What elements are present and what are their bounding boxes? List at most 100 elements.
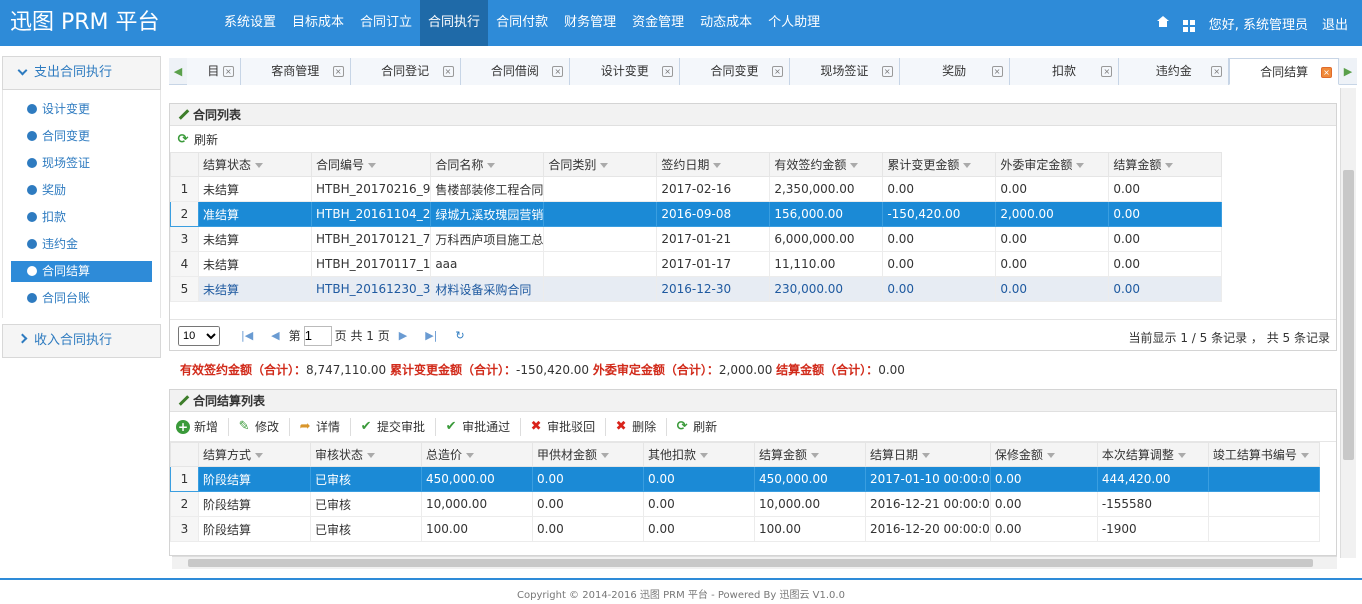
table-row-selected[interactable]: 2 准结算 HTBH_20161104_2 绿城九溪玫瑰园营销 2016-09-08 15… bbox=[170, 201, 1223, 227]
table-row-hover[interactable]: 5 未结算 HTBH_20161230_3 材料设备采购合同 2016-12-30 230… bbox=[170, 276, 1223, 302]
nav-item-finance[interactable]: 财务管理 bbox=[556, 0, 624, 46]
col-header[interactable]: 审核状态 bbox=[310, 442, 422, 467]
pencil-icon bbox=[178, 109, 190, 120]
col-header[interactable]: 结算方式 bbox=[198, 442, 311, 467]
sidebar-item-deduction[interactable]: 扣款 bbox=[11, 204, 152, 231]
col-header[interactable]: 签约日期 bbox=[656, 152, 771, 177]
col-header[interactable]: 甲供材金额 bbox=[532, 442, 644, 467]
sidebar-item-ledger[interactable]: 合同台账 bbox=[11, 285, 152, 312]
add-button[interactable]: + 新增 bbox=[176, 418, 218, 435]
scrollbar-thumb[interactable] bbox=[1343, 170, 1354, 460]
home-icon[interactable] bbox=[1156, 15, 1169, 31]
grid-icon[interactable] bbox=[1182, 14, 1195, 32]
close-icon[interactable]: × bbox=[222, 66, 234, 77]
close-icon[interactable]: × bbox=[1211, 66, 1223, 77]
close-icon[interactable]: × bbox=[332, 66, 344, 77]
sort-icon bbox=[255, 163, 264, 168]
nav-item-system[interactable]: 系统设置 bbox=[216, 0, 284, 46]
close-icon[interactable]: × bbox=[881, 66, 893, 77]
vertical-scrollbar[interactable] bbox=[1340, 88, 1356, 558]
table-row-selected[interactable]: 1 阶段结算 已审核 450,000.00 0.00 0.00 450,000.00 2017… bbox=[170, 466, 1320, 492]
col-header[interactable]: 有效签约金额 bbox=[769, 152, 884, 177]
close-icon[interactable]: × bbox=[1101, 66, 1113, 77]
col-header[interactable]: 结算日期 bbox=[865, 442, 991, 467]
nav-item-dynamic-cost[interactable]: 动态成本 bbox=[692, 0, 760, 46]
col-header[interactable]: 合同类别 bbox=[543, 152, 658, 177]
sidebar-group-income[interactable]: 收入合同执行 bbox=[2, 324, 161, 358]
chevron-right-icon bbox=[17, 333, 28, 344]
edit-button[interactable]: ✎ 修改 bbox=[237, 418, 279, 435]
table-row[interactable]: 3 阶段结算 已审核 100.00 0.00 0.00 100.00 2016-12-20 0… bbox=[170, 516, 1320, 542]
col-header[interactable]: 外委审定金额 bbox=[995, 152, 1110, 177]
sidebar-group-expense[interactable]: 支出合同执行 bbox=[2, 56, 161, 90]
nav-item-funds[interactable]: 资金管理 bbox=[624, 0, 692, 46]
tab-site-visa[interactable]: 现场签证 × bbox=[789, 58, 900, 85]
reject-button[interactable]: ✖ 审批驳回 bbox=[529, 418, 595, 435]
approve-button[interactable]: ✔ 审批通过 bbox=[444, 418, 510, 435]
tab-contract-change[interactable]: 合同变更 × bbox=[680, 58, 790, 85]
tab-design-change[interactable]: 设计变更 × bbox=[570, 58, 681, 85]
sort-icon bbox=[1300, 453, 1309, 458]
nav-item-contract-pay[interactable]: 合同付款 bbox=[488, 0, 556, 46]
close-icon[interactable]: × bbox=[1321, 67, 1332, 78]
close-icon[interactable]: × bbox=[991, 66, 1003, 77]
col-header[interactable]: 其他扣款 bbox=[643, 442, 755, 467]
close-icon[interactable]: × bbox=[771, 66, 783, 77]
close-icon[interactable]: × bbox=[442, 66, 454, 77]
sidebar-item-contract-change[interactable]: 合同变更 bbox=[11, 123, 152, 150]
button-label: 修改 bbox=[255, 420, 280, 434]
next-page-icon[interactable]: ▶ bbox=[399, 329, 407, 342]
table-row[interactable]: 2 阶段结算 已审核 10,000.00 0.00 0.00 10,000.00 2016-1… bbox=[170, 491, 1320, 517]
col-header[interactable]: 本次结算调整 bbox=[1096, 442, 1209, 467]
col-header[interactable]: 合同名称 bbox=[430, 152, 545, 177]
nav-item-target-cost[interactable]: 目标成本 bbox=[284, 0, 352, 46]
nav-item-contract-sign[interactable]: 合同订立 bbox=[352, 0, 420, 46]
horizontal-scrollbar[interactable] bbox=[172, 556, 1337, 569]
tab-scroll-left-icon[interactable]: ◀ bbox=[169, 58, 187, 85]
col-header[interactable]: 结算金额 bbox=[1108, 152, 1223, 177]
tab-reward[interactable]: 奖励 × bbox=[899, 58, 1010, 85]
sidebar-item-penalty[interactable]: 违约金 bbox=[11, 231, 152, 258]
table-row[interactable]: 1 未结算 HTBH_20170216_9 售楼部装修工程合同 2017-02-16 2,… bbox=[170, 176, 1223, 202]
nav-item-contract-exec[interactable]: 合同执行 bbox=[420, 0, 489, 46]
tab-deduction[interactable]: 扣款 × bbox=[1009, 58, 1120, 85]
reload-icon[interactable]: ↻ bbox=[455, 329, 464, 342]
col-header[interactable]: 保修金额 bbox=[989, 442, 1098, 467]
nav-item-assistant[interactable]: 个人助理 bbox=[760, 0, 828, 46]
tab-partial[interactable]: 目 × bbox=[186, 58, 241, 85]
sidebar-item-site-visa[interactable]: 现场签证 bbox=[11, 150, 152, 177]
page-input[interactable] bbox=[303, 325, 332, 346]
table-row[interactable]: 3 未结算 HTBH_20170121_7 万科西庐项目施工总 2017-01-21 6,… bbox=[170, 226, 1223, 252]
submit-approval-button[interactable]: ✔ 提交审批 bbox=[359, 418, 425, 435]
tab-contract-borrow[interactable]: 合同借阅 × bbox=[460, 58, 571, 85]
scrollbar-thumb[interactable] bbox=[188, 559, 1313, 567]
col-header[interactable]: 合同编号 bbox=[310, 152, 432, 177]
tab-contract-register[interactable]: 合同登记 × bbox=[350, 58, 461, 85]
prev-page-icon[interactable]: ◀ bbox=[271, 329, 279, 342]
sidebar-item-reward[interactable]: 奖励 bbox=[11, 177, 152, 204]
col-header[interactable]: 结算状态 bbox=[198, 152, 312, 177]
table-row[interactable]: 4 未结算 HTBH_20170117_1 aaa 2017-01-17 11,110.0… bbox=[170, 251, 1223, 277]
sort-icon bbox=[368, 163, 377, 168]
detail-button[interactable]: ➦ 详情 bbox=[298, 418, 340, 435]
tab-penalty[interactable]: 违约金 × bbox=[1119, 58, 1230, 85]
first-page-icon[interactable]: |◀ bbox=[241, 329, 253, 342]
delete-button[interactable]: ✖ 删除 bbox=[614, 418, 656, 435]
col-header[interactable]: 总造价 bbox=[421, 442, 533, 467]
logout-button[interactable]: 退出 bbox=[1322, 14, 1348, 33]
close-icon[interactable]: × bbox=[662, 66, 674, 77]
close-icon[interactable]: × bbox=[552, 66, 564, 77]
tab-settlement[interactable]: 合同结算 × bbox=[1229, 58, 1339, 85]
col-header[interactable]: 累计变更金额 bbox=[882, 152, 997, 177]
tab-merchant[interactable]: 客商管理 × bbox=[240, 58, 351, 85]
col-header[interactable]: 竣工结算书编号 bbox=[1207, 442, 1320, 467]
refresh-button[interactable]: ⟳ 刷新 bbox=[176, 131, 218, 148]
sidebar-item-settlement[interactable]: 合同结算 bbox=[11, 261, 152, 282]
refresh-button[interactable]: ⟳ 刷新 bbox=[675, 418, 717, 435]
tab-scroll-right-icon[interactable]: ▶ bbox=[1339, 58, 1357, 85]
page-size-select[interactable]: 10 bbox=[178, 325, 220, 346]
button-label: 刷新 bbox=[693, 420, 718, 434]
last-page-icon[interactable]: ▶| bbox=[425, 329, 437, 342]
sidebar-item-design-change[interactable]: 设计变更 bbox=[11, 96, 152, 123]
col-header[interactable]: 结算金额 bbox=[754, 442, 866, 467]
